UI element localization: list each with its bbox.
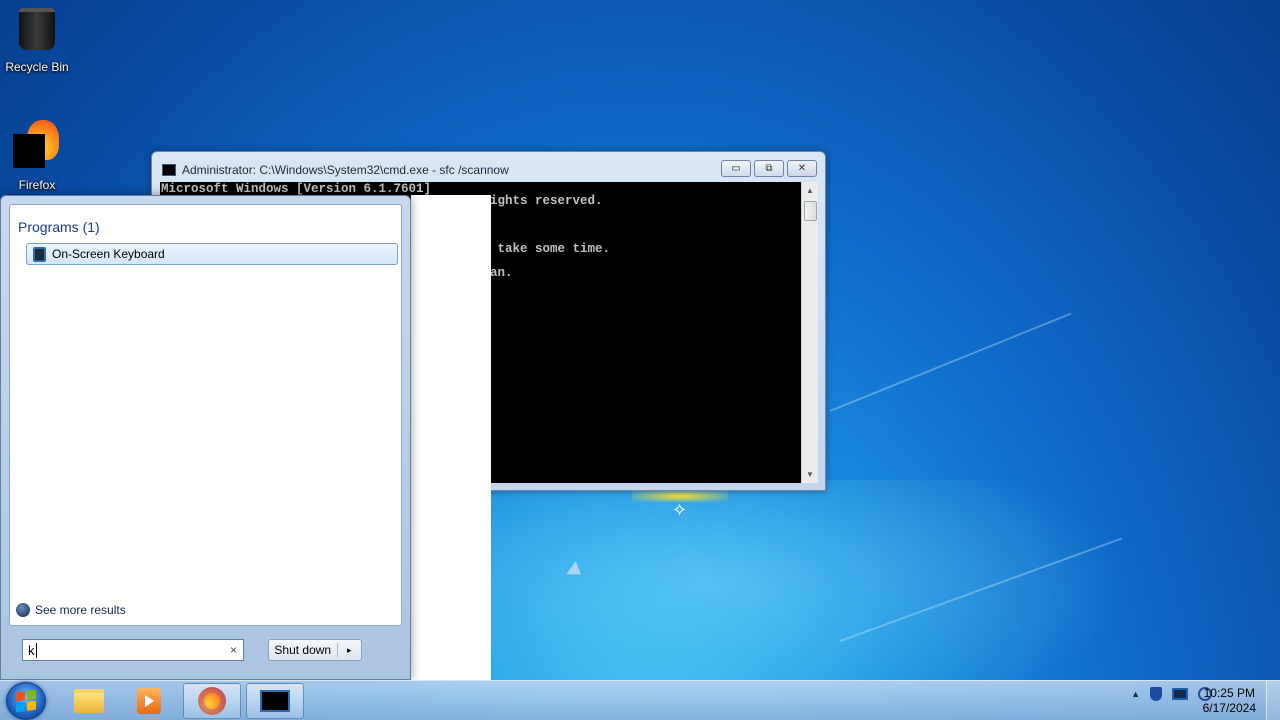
- show-hidden-icons-icon[interactable]: ▲: [1131, 689, 1140, 699]
- see-more-label: See more results: [35, 603, 126, 617]
- wallpaper-streak: [839, 537, 1123, 642]
- recycle-bin-icon: [13, 8, 61, 56]
- programs-section-title: Programs (1): [18, 219, 100, 235]
- wallpaper-sparkle: ✧: [672, 500, 688, 520]
- folder-icon: [74, 689, 104, 713]
- start-menu-right-pane: [411, 195, 491, 680]
- cmd-title-text: Administrator: C:\Windows\System32\cmd.e…: [182, 163, 509, 177]
- taskbar-cmd-button[interactable]: [246, 683, 304, 719]
- start-menu: Programs (1) On-Screen Keyboard See more…: [0, 195, 411, 680]
- shutdown-label: Shut down: [269, 643, 338, 657]
- search-globe-icon: [16, 603, 30, 617]
- clear-search-icon[interactable]: ×: [230, 643, 237, 657]
- show-desktop-button[interactable]: [1266, 681, 1280, 720]
- desktop-icon-label: Firefox: [18, 178, 56, 192]
- maximize-button[interactable]: ⧉: [754, 160, 784, 177]
- system-tray: ▲: [1131, 687, 1212, 701]
- taskbar-explorer-button[interactable]: [60, 683, 118, 719]
- windows-logo-icon: [16, 689, 36, 713]
- taskbar-clock[interactable]: 10:25 PM 6/17/2024: [1203, 686, 1256, 716]
- desktop-icon-firefox[interactable]: Firefox: [0, 120, 74, 192]
- media-player-icon: [137, 688, 161, 714]
- console-line: an.: [490, 266, 513, 280]
- wallpaper-streak: [829, 312, 1072, 412]
- scroll-up-icon[interactable]: ▲: [802, 182, 818, 199]
- clock-time: 10:25 PM: [1203, 686, 1255, 700]
- scroll-down-icon[interactable]: ▼: [802, 466, 818, 483]
- network-icon[interactable]: [1172, 688, 1188, 700]
- minimize-icon: ▭: [731, 163, 741, 174]
- taskbar-media-player-button[interactable]: [120, 683, 178, 719]
- firefox-icon: [13, 120, 61, 168]
- shutdown-options-arrow-icon[interactable]: ▸: [338, 645, 361, 656]
- close-button[interactable]: ✕: [787, 160, 817, 177]
- mouse-cursor-icon: [566, 561, 586, 581]
- cmd-icon: [260, 690, 290, 712]
- console-line: take some time.: [490, 242, 611, 256]
- start-button[interactable]: [6, 682, 46, 720]
- cmd-scrollbar[interactable]: ▲ ▼: [801, 182, 818, 483]
- keyboard-icon: [33, 246, 46, 262]
- console-line: Microsoft Windows [Version 6.1.7601]: [161, 182, 432, 196]
- cmd-titlebar[interactable]: Administrator: C:\Windows\System32\cmd.e…: [162, 160, 715, 180]
- console-line: ights reserved.: [490, 194, 603, 208]
- desktop-icon-label: Recycle Bin: [5, 60, 69, 74]
- program-item-on-screen-keyboard[interactable]: On-Screen Keyboard: [26, 243, 398, 265]
- see-more-results-link[interactable]: See more results: [16, 603, 126, 617]
- taskbar-firefox-button[interactable]: [183, 683, 241, 719]
- scroll-thumb[interactable]: [804, 201, 817, 221]
- firefox-icon: [198, 687, 226, 715]
- close-icon: ✕: [797, 163, 807, 174]
- cmd-window-icon: [162, 164, 176, 176]
- taskbar: ▲ 10:25 PM 6/17/2024: [0, 680, 1280, 720]
- action-center-icon[interactable]: [1150, 687, 1162, 701]
- shutdown-button[interactable]: Shut down ▸: [268, 639, 362, 661]
- search-input-value: k: [28, 642, 37, 658]
- start-search-input[interactable]: k ×: [22, 639, 244, 661]
- maximize-icon: ⧉: [765, 163, 773, 174]
- clock-date: 6/17/2024: [1202, 701, 1256, 715]
- program-item-label: On-Screen Keyboard: [52, 247, 165, 261]
- minimize-button[interactable]: ▭: [721, 160, 751, 177]
- desktop-icon-recycle-bin[interactable]: Recycle Bin: [0, 4, 74, 74]
- start-menu-results: Programs (1) On-Screen Keyboard See more…: [9, 204, 402, 626]
